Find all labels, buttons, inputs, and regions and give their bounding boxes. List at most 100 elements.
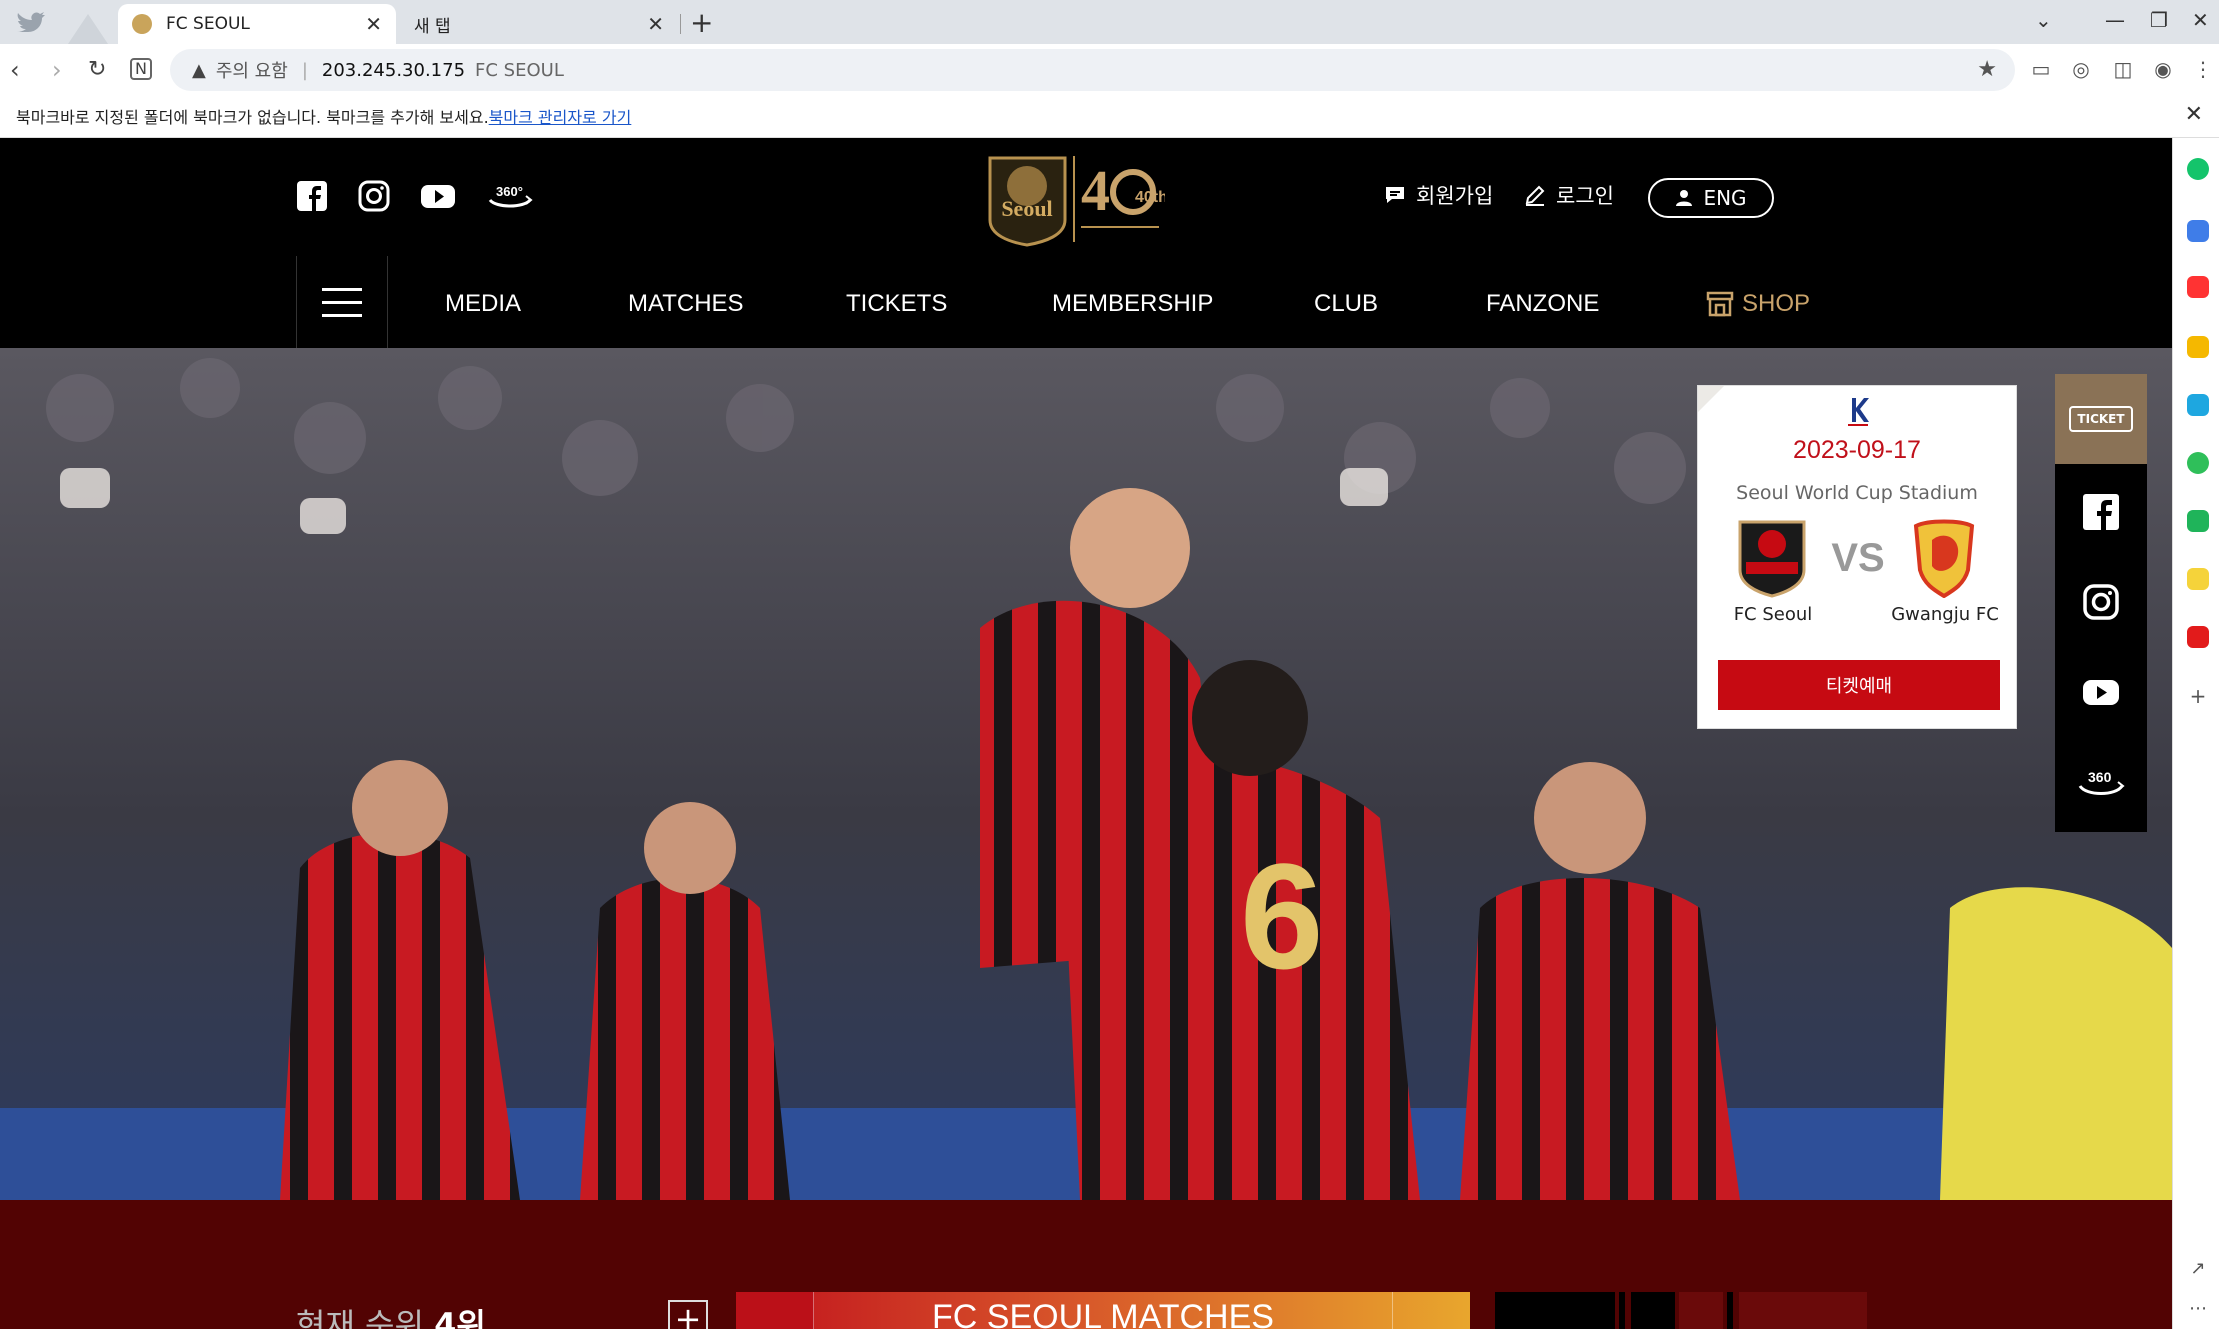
fc-seoul-favicon [132,14,152,34]
rank-more-button[interactable]: + [668,1300,708,1329]
address-bar[interactable]: ▲ 주의 요함 | 203.245.30.175 FC SEOUL ★ [170,49,2015,91]
youtube-icon[interactable] [420,178,456,214]
tab-divider [680,14,681,34]
svg-text:4: 4 [1081,158,1110,223]
nav-media[interactable]: MEDIA [445,290,521,318]
add-app-icon[interactable]: + [2187,686,2209,708]
browser-side-panel: + ↗ ⋯ [2172,138,2219,1329]
close-tab-icon[interactable]: ✕ [365,12,382,36]
address-divider: | [301,59,308,81]
close-tab-icon[interactable]: ✕ [647,12,664,36]
security-warning[interactable]: 주의 요함 [216,57,288,83]
calendar-app-icon[interactable] [2187,220,2209,242]
schedule-tiles [1495,1292,1867,1329]
login-label: 로그인 [1556,184,1614,208]
away-team: Gwangju FC [1891,604,1999,625]
more-menu-icon[interactable]: ⋮ [2190,56,2216,82]
instagram-icon[interactable] [356,178,392,214]
back-icon[interactable]: ‹ [10,56,20,84]
restore-icon[interactable]: ❐ [2150,0,2168,40]
nav-club[interactable]: CLUB [1314,290,1378,318]
fc-seoul-40th-logo[interactable]: Seoul 4 40th [985,150,1165,250]
nav-tickets[interactable]: TICKETS [846,290,947,318]
360-icon[interactable]: 360° [486,178,534,214]
rank-label: 현재 순위 [296,1306,424,1329]
tab-title: 새 탭 [414,16,451,37]
matches-slider: FC SEOUL MATCHES [736,1292,1470,1329]
360-icon[interactable]: 360 [2076,762,2126,802]
card-fold [1698,386,1724,412]
signup-link[interactable]: 회원가입 [1384,180,1493,210]
instagram-icon[interactable] [2081,582,2121,622]
facebook-icon[interactable] [294,178,330,214]
home-team: FC Seoul [1733,604,1813,625]
capture-icon[interactable]: ◎ [2068,56,2094,82]
minimize-icon[interactable]: — [2105,0,2125,40]
bookmark-bar: 북마크바로 지정된 폴더에 북마크가 없습니다. 북마크를 추가해 보세요.북마… [0,96,2219,138]
next-match-card: 2023-09-17 Seoul World Cup Stadium VS FC… [1697,385,2017,729]
language-label: ENG [1703,186,1747,210]
logo-text: Seoul [1001,196,1052,221]
ticket-booking-button[interactable]: 티켓예매 [1718,660,2000,710]
naver-icon[interactable]: N [130,58,152,80]
speech-icon [1386,187,1404,203]
shop-label: SHOP [1742,290,1811,317]
match-venue: Seoul World Cup Stadium [1736,482,1978,504]
quick-360-label: 360 [2088,769,2112,785]
website-viewport: 360° Seoul 4 40th 회원가입 로그인 ENG MEDIA MAT… [0,138,2172,1329]
next-match-arrow[interactable] [1392,1292,1470,1329]
now-app-icon[interactable] [2187,626,2209,648]
ticket-quick-button[interactable]: TICKET [2055,374,2147,464]
reload-icon[interactable]: ↻ [88,56,106,84]
more-icon[interactable]: ⋯ [2187,1298,2209,1320]
warning-icon[interactable]: ▲ [192,60,206,81]
match-date: 2023-09-17 [1793,436,1921,464]
logo-anniversary: 40th [1135,189,1165,206]
memo-app-icon[interactable] [2187,568,2209,590]
svg-text:360°: 360° [496,184,523,199]
forward-icon[interactable]: › [52,56,62,84]
open-external-icon[interactable]: ↗ [2187,1258,2209,1280]
facebook-icon[interactable] [2081,492,2121,532]
translate-app-icon[interactable] [2187,394,2209,416]
login-link[interactable]: 로그인 [1524,180,1614,210]
bookmark-star-icon[interactable]: ★ [1977,57,1997,82]
bottom-section: 현재 순위 4위 + FC SEOUL MATCHES [0,1200,2172,1329]
tab-new[interactable]: 새 탭 ✕ [400,4,678,44]
nav-fanzone[interactable]: FANZONE [1486,290,1599,318]
play-app-icon[interactable] [2187,452,2209,474]
k-league-icon [1848,398,1869,426]
fc-seoul-crest [1738,520,1806,598]
tab-fc-seoul[interactable]: FC SEOUL ✕ [118,4,396,44]
browser-tab-bar: FC SEOUL ✕ 새 탭 ✕ + ⌄ — ❐ ✕ [0,0,2219,44]
nav-shop[interactable]: SHOP [1706,290,1810,318]
tab-title: FC SEOUL [166,14,250,34]
green-app-icon[interactable] [2187,158,2209,180]
site-header: 360° Seoul 4 40th 회원가입 로그인 ENG MEDIA MAT… [0,138,2172,348]
tab-list-icon[interactable]: ⌄ [2035,0,2052,40]
rank-value: 4위 [434,1306,486,1329]
language-toggle[interactable]: ENG [1648,178,1774,218]
close-window-icon[interactable]: ✕ [2192,0,2209,40]
url-page-title: FC SEOUL [475,59,564,81]
webtoon-app-icon[interactable] [2187,510,2209,532]
menu-icon[interactable] [296,256,388,348]
profile-icon[interactable]: ◉ [2150,56,2176,82]
url-host: 203.245.30.175 [321,59,466,81]
youtube-icon[interactable] [2081,672,2121,712]
signup-label: 회원가입 [1416,184,1494,208]
star-app-icon[interactable] [2187,336,2209,358]
ticket-label: TICKET [2069,406,2133,432]
close-bookmark-bar-icon[interactable]: ✕ [2185,102,2203,127]
new-tab-button[interactable]: + [690,6,713,40]
nav-matches[interactable]: MATCHES [628,290,744,318]
sidebar-icon[interactable]: ◫ [2110,56,2136,82]
twitter-tab-icon[interactable] [8,6,113,44]
pencil-icon [1525,185,1545,206]
quick-menu: TICKET 360 [2055,374,2147,832]
shop-icon [1706,291,1734,317]
bookmark-manager-link[interactable]: 북마크 관리자로 가기 [489,108,632,127]
nav-membership[interactable]: MEMBERSHIP [1052,290,1213,318]
pocket-app-icon[interactable] [2187,276,2209,298]
cast-icon[interactable]: ▭ [2028,56,2054,82]
